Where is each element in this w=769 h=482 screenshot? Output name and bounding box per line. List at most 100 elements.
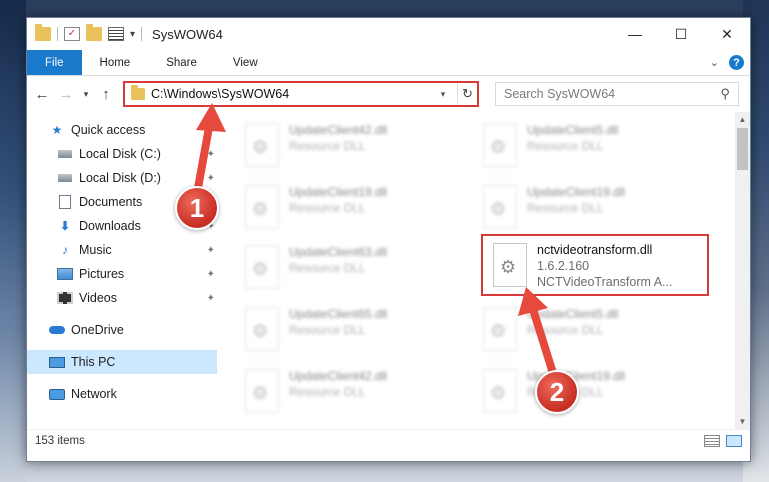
- pin-icon[interactable]: ✦: [207, 269, 215, 280]
- sidebar-item-label: Pictures: [79, 267, 125, 281]
- file-type: Resource DLL: [527, 139, 604, 153]
- file-name: UpdateClient65.dll: [289, 307, 388, 321]
- file-type: Resource DLL: [289, 261, 366, 275]
- star-icon: ★: [51, 123, 63, 137]
- downloads-icon: ⬇: [59, 219, 71, 233]
- search-input[interactable]: [504, 87, 721, 101]
- dll-file-icon: ⚙: [245, 185, 279, 229]
- nctvideotransform-file-item[interactable]: ⚙ nctvideotransform.dll 1.6.2.160 NCTVid…: [481, 234, 709, 296]
- dll-file-icon: ⚙: [245, 307, 279, 351]
- back-arrow-icon[interactable]: ←: [33, 86, 51, 103]
- help-icon[interactable]: ?: [729, 55, 744, 70]
- file-item[interactable]: ⚙ UpdateClient19.dllResource DLL: [235, 178, 465, 236]
- up-arrow-icon[interactable]: ↑: [97, 86, 115, 103]
- file-item[interactable]: ⚙ UpdateClient42.dll Resource DLL: [235, 116, 465, 174]
- dll-file-icon: ⚙: [483, 369, 517, 413]
- sidebar-item-onedrive[interactable]: OneDrive: [27, 318, 217, 342]
- file-item[interactable]: ⚙ UpdateClient65.dll Resource DLL: [235, 300, 465, 358]
- step-1-badge: 1: [175, 186, 219, 230]
- address-dropdown-icon[interactable]: ▾: [435, 89, 451, 100]
- file-name: UpdateClient5.dll: [527, 307, 619, 321]
- minimize-button[interactable]: —: [612, 18, 658, 50]
- sidebar-item-label: Network: [71, 387, 117, 401]
- sidebar-item-label: This PC: [71, 355, 116, 369]
- forward-arrow-icon[interactable]: →: [57, 86, 75, 103]
- tab-home[interactable]: Home: [82, 50, 149, 75]
- file-item[interactable]: ⚙ UpdateClient5.dll Resource DLL: [473, 116, 703, 174]
- close-button[interactable]: ✕: [704, 18, 750, 50]
- new-folder-icon[interactable]: [86, 24, 102, 41]
- address-bar[interactable]: C:\Windows\SysWOW64 ▾ ↻: [123, 81, 479, 107]
- sidebar-item-this-pc[interactable]: This PC: [27, 350, 217, 374]
- dll-file-icon: ⚙: [483, 185, 517, 229]
- status-bar: 153 items: [27, 429, 750, 451]
- ribbon-tabs: File Home Share View ⌄ ?: [27, 50, 750, 76]
- pictures-icon: [57, 267, 73, 281]
- properties-check-icon[interactable]: ✓: [64, 27, 80, 41]
- large-icons-view-icon[interactable]: [726, 434, 742, 447]
- sidebar-item-local-disk-c[interactable]: Local Disk (C:) ✦: [27, 142, 217, 166]
- dll-file-icon: ⚙: [483, 123, 517, 167]
- file-item[interactable]: ⚙ UpdateClient19.dllResource DLL: [473, 178, 703, 236]
- expand-ribbon-chevron-icon[interactable]: ⌄: [710, 56, 719, 69]
- toolbar-divider: [141, 27, 143, 41]
- sidebar-item-network[interactable]: Network: [27, 382, 217, 406]
- details-view-icon[interactable]: [704, 434, 720, 447]
- file-name: UpdateClient19.dll: [527, 185, 626, 199]
- tab-view[interactable]: View: [215, 50, 276, 75]
- properties-icon[interactable]: [108, 27, 124, 41]
- sidebar-item-videos[interactable]: Videos ✦: [27, 286, 217, 310]
- file-item[interactable]: ⚙ UpdateClient42.dll Resource DLL: [235, 362, 465, 420]
- item-count: 153 items: [35, 434, 85, 447]
- file-list: ⚙ UpdateClient42.dll Resource DLL ⚙ Updat…: [217, 112, 735, 429]
- onedrive-icon: [49, 323, 65, 337]
- refresh-icon[interactable]: ↻: [457, 83, 477, 105]
- file-type: Resource DLL: [527, 323, 604, 337]
- file-type: Resource DLL: [289, 139, 366, 153]
- file-name: UpdateClient42.dll: [289, 123, 388, 137]
- customize-toolbar-dropdown-icon[interactable]: ▾: [130, 29, 135, 40]
- scroll-down-arrow-icon[interactable]: ▼: [735, 414, 750, 429]
- window-title: SysWOW64: [152, 26, 223, 42]
- file-item[interactable]: ⚙ UpdateClient5.dll Resource DLL: [473, 300, 703, 358]
- sidebar-item-quick-access[interactable]: ★ Quick access: [27, 118, 217, 142]
- vertical-scrollbar[interactable]: ▲ ▼: [735, 112, 750, 429]
- file-name: nctvideotransform.dll: [537, 243, 653, 257]
- maximize-button[interactable]: ☐: [658, 18, 704, 50]
- pin-icon[interactable]: ✦: [207, 173, 215, 184]
- file-item[interactable]: ⚙ UpdateClient19.dllResource DLL: [473, 362, 703, 420]
- sidebar-item-pictures[interactable]: Pictures ✦: [27, 262, 217, 286]
- sidebar-item-label: Local Disk (C:): [79, 147, 161, 161]
- file-description: NCTVideoTransform A...: [537, 275, 673, 289]
- toolbar-divider: [57, 27, 58, 41]
- tab-share[interactable]: Share: [148, 50, 215, 75]
- file-version: 1.6.2.160: [537, 259, 590, 273]
- drive-icon: [57, 147, 73, 161]
- sidebar-item-label: Documents: [79, 195, 143, 209]
- dll-file-icon: ⚙: [483, 307, 517, 351]
- scroll-up-arrow-icon[interactable]: ▲: [735, 112, 750, 127]
- sidebar-item-music[interactable]: ♪ Music ✦: [27, 238, 217, 262]
- navigation-pane: ★ Quick access Local Disk (C:) ✦ Local D…: [27, 112, 217, 429]
- folder-icon: [35, 24, 51, 41]
- pin-icon[interactable]: ✦: [207, 245, 215, 256]
- search-icon[interactable]: ⚲: [720, 86, 730, 102]
- file-name: UpdateClient63.dll: [289, 245, 388, 259]
- documents-icon: [57, 195, 73, 209]
- videos-icon: [57, 291, 73, 305]
- file-type: Resource DLL: [289, 201, 366, 215]
- tab-file[interactable]: File: [27, 50, 82, 75]
- address-path[interactable]: C:\Windows\SysWOW64: [151, 87, 429, 101]
- quick-access-toolbar: ✓ ▾: [27, 24, 143, 41]
- file-explorer-window: ✓ ▾ SysWOW64 — ☐ ✕ File Home Share View …: [26, 17, 751, 462]
- sidebar-item-label: OneDrive: [71, 323, 124, 337]
- this-pc-icon: [49, 355, 65, 369]
- pin-icon[interactable]: ✦: [207, 293, 215, 304]
- navigation-bar: ← → ▾ ↑ C:\Windows\SysWOW64 ▾ ↻ ⚲: [27, 76, 750, 112]
- pin-icon[interactable]: ✦: [207, 149, 215, 160]
- dll-file-icon: ⚙: [493, 243, 527, 287]
- file-item[interactable]: ⚙ UpdateClient63.dll Resource DLL: [235, 238, 465, 296]
- scrollbar-thumb[interactable]: [737, 128, 748, 170]
- search-box[interactable]: ⚲: [495, 82, 739, 106]
- recent-locations-dropdown-icon[interactable]: ▾: [81, 89, 91, 100]
